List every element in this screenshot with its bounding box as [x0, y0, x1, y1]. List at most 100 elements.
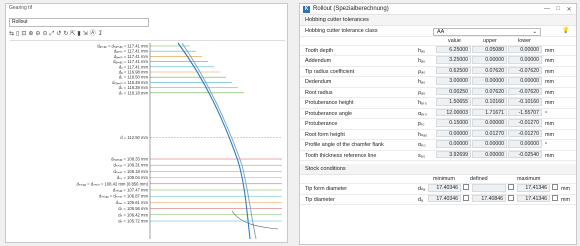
upper-field[interactable]: 0.07620 — [472, 87, 507, 95]
tolerance-row: Protuberance pᵣ₀ 0.15000 0.00000 -0.0127… — [300, 119, 576, 130]
tooth-flank-profile-max — [181, 42, 257, 240]
lower-field[interactable]: -0.07620 — [508, 87, 542, 95]
toolbar-tool-icon[interactable]: ⤢ — [49, 30, 54, 38]
toolbar-tool-icon[interactable]: ⇆ — [9, 30, 14, 38]
row-label: Tip radius coefficient — [305, 68, 355, 75]
tolerance-class-select[interactable]: AA ⌄ — [433, 27, 541, 36]
toolbar-tool-icon[interactable]: ⊙ — [42, 30, 47, 38]
minimize-icon[interactable]: — — [543, 6, 551, 12]
lower-field[interactable]: -0.10160 — [508, 98, 542, 106]
view-select[interactable]: Rollout — [9, 18, 149, 27]
lower-field[interactable]: 0.00000 — [508, 77, 542, 85]
value-field[interactable]: 0.00000 — [436, 140, 471, 148]
diameter-label: dₙₘᵢₙ = 108.31 mm — [113, 163, 148, 168]
tolerance-row: Dedendum hₐ₀ 3.00000 0.00000 0.00000 mm — [300, 77, 576, 88]
toolbar-tool-icon[interactable]: ↧ — [98, 30, 103, 38]
maximum-checkbox[interactable] — [552, 184, 558, 190]
row-label: Protuberance angle — [305, 110, 353, 117]
tolerance-class-row: Hobbing cutter tolerance class AA ⌄ 💡 — [300, 26, 576, 37]
minimum-checkbox[interactable] — [463, 194, 469, 201]
toolbar-tool-icon[interactable]: ↺ — [56, 30, 61, 38]
maximize-icon[interactable]: □ — [554, 6, 562, 12]
value-field[interactable]: 3.25000 — [436, 56, 471, 64]
stock-row: Tip diameter dₐ 17.40346 17.40846 17.413… — [300, 194, 576, 205]
value-field[interactable]: 0.15000 — [436, 119, 471, 127]
minimum-field[interactable]: 17.40346 — [428, 194, 461, 202]
row-label: Dedendum — [305, 79, 332, 85]
upper-field[interactable]: 0.00000 — [472, 77, 507, 85]
row-label: Protuberance — [305, 121, 338, 127]
toolbar-tool-icon[interactable]: ⇱ — [70, 30, 75, 38]
value-field[interactable]: 6.25000 — [436, 45, 471, 53]
hint-bulb-icon[interactable]: 💡 — [562, 26, 569, 37]
row-symbol: hₐ₀ — [418, 79, 426, 85]
upper-field[interactable]: 0.00000 — [472, 56, 507, 64]
defined-radio[interactable] — [508, 184, 514, 190]
row-symbol: sₚ₀ — [418, 152, 426, 159]
row-symbol: ρₐ₀ — [418, 68, 426, 75]
value-field[interactable]: 1.50655 — [436, 98, 471, 106]
upper-field[interactable]: 0.00000 — [472, 150, 507, 158]
graphic-toolbar: ⇆ ▯ ⊡ ⊕ ⊖ ⊙ ⤢ ↺ ↻ ⇱ ▮ ⇲ Ⓐ ↧ — [9, 30, 103, 38]
minimum-field[interactable]: 17.40346 — [428, 184, 461, 192]
value-field[interactable]: 12.00003 — [436, 108, 471, 116]
upper-field[interactable]: 0.10160 — [472, 98, 507, 106]
lower-field[interactable]: -0.01270 — [508, 119, 542, 127]
lower-field[interactable]: 0.00000 — [508, 45, 542, 53]
diameter-label: dₙₘₐₓ = dₙₘᵢₙ = 108.42 mm (0.856 mm) — [76, 181, 148, 186]
value-field[interactable]: 0.00000 — [436, 129, 471, 137]
diameter-label: dₙₘ = 106.61 mm — [116, 200, 149, 205]
unit-label: mm — [545, 47, 554, 54]
row-symbol: pᵣ₀ — [418, 121, 425, 127]
chevron-down-icon: ⌄ — [532, 28, 537, 35]
diameter-label: dₙ = 106.42 mm — [118, 212, 148, 217]
row-label: Root radius — [305, 89, 333, 96]
tolerance-row: Tooth thickness reference line sₚ₀ 3.926… — [300, 150, 576, 161]
minimum-checkbox[interactable] — [463, 184, 469, 190]
upper-field[interactable]: 0.05080 — [472, 45, 507, 53]
lower-field[interactable]: -0.07620 — [508, 66, 542, 74]
defined-field[interactable]: 17.40846 — [472, 194, 506, 202]
value-field[interactable]: 0.00250 — [436, 87, 471, 95]
maximum-field[interactable]: 17.41346 — [517, 194, 550, 202]
lower-field[interactable]: -0.01270 — [508, 129, 542, 137]
upper-field[interactable]: 0.07620 — [472, 66, 507, 74]
diameter-label: dₙₛ = 108.04 mm — [117, 175, 149, 180]
tolerance-row: Root radius ρₐ₀ 0.00250 0.07620 -0.07620… — [300, 87, 576, 98]
row-label: Tip form diameter — [305, 186, 348, 192]
row-symbol: αₚᵣ₀ — [418, 110, 427, 117]
value-field[interactable]: 3.92699 — [436, 150, 471, 158]
toolbar-tool-icon[interactable]: ▮ — [77, 30, 80, 38]
lower-field[interactable]: 0.00000 — [508, 56, 542, 64]
lower-field[interactable]: -1.55707 — [508, 108, 542, 116]
close-icon[interactable]: ✕ — [565, 6, 573, 13]
maximum-checkbox[interactable] — [552, 194, 558, 201]
toolbar-tool-icon[interactable]: ⇲ — [83, 30, 88, 38]
tolerance-row: Tip radius coefficient ρₐ₀ 0.62500 0.076… — [300, 66, 576, 77]
value-field[interactable]: 3.00000 — [436, 77, 471, 85]
upper-field[interactable]: 0.00000 — [472, 119, 507, 127]
defined-field[interactable] — [472, 184, 506, 192]
upper-field[interactable]: 0.00000 — [472, 140, 507, 148]
lower-field[interactable]: -0.02540 — [508, 150, 542, 158]
toolbar-tool-icon[interactable]: ⊖ — [35, 30, 40, 38]
toolbar-tool-icon[interactable]: ▯ — [16, 30, 19, 38]
diameter-label: dₙₘₐₓ = dₙₘᵢₙ = 106.87 mm — [99, 194, 148, 199]
rollout-graphic-window: Gearing tif Rollout ⇆ ▯ ⊡ ⊕ ⊖ ⊙ ⤢ ↺ ↻ ⇱ ▮ ⇲ Ⓐ ↧ dₐₘₐₓ… — [5, 3, 288, 243]
row-label: Tooth depth — [305, 47, 334, 54]
toolbar-tool-icon[interactable]: ↻ — [63, 30, 68, 38]
unit-label: ° — [545, 110, 548, 117]
toolbar-tool-icon[interactable]: Ⓐ — [90, 30, 96, 38]
diameter-label: dₙ = 106.56 mm — [118, 206, 148, 211]
defined-radio[interactable] — [508, 194, 514, 201]
value-field[interactable]: 0.62500 — [436, 66, 471, 74]
diameter-label: dₙₘₐₓ = 107.47 mm — [113, 188, 149, 193]
toolbar-tool-icon[interactable]: ⊕ — [28, 30, 33, 38]
row-symbol: ρₐ₀ — [418, 89, 426, 96]
toolbar-tool-icon[interactable]: ⊡ — [21, 30, 26, 38]
maximum-field[interactable]: 17.41346 — [517, 184, 550, 192]
upper-field[interactable]: 1.71671 — [472, 108, 507, 116]
row-symbol: dₙₐ — [418, 186, 426, 192]
lower-field[interactable]: 0.00000 — [508, 140, 542, 148]
upper-field[interactable]: 0.01270 — [472, 129, 507, 137]
